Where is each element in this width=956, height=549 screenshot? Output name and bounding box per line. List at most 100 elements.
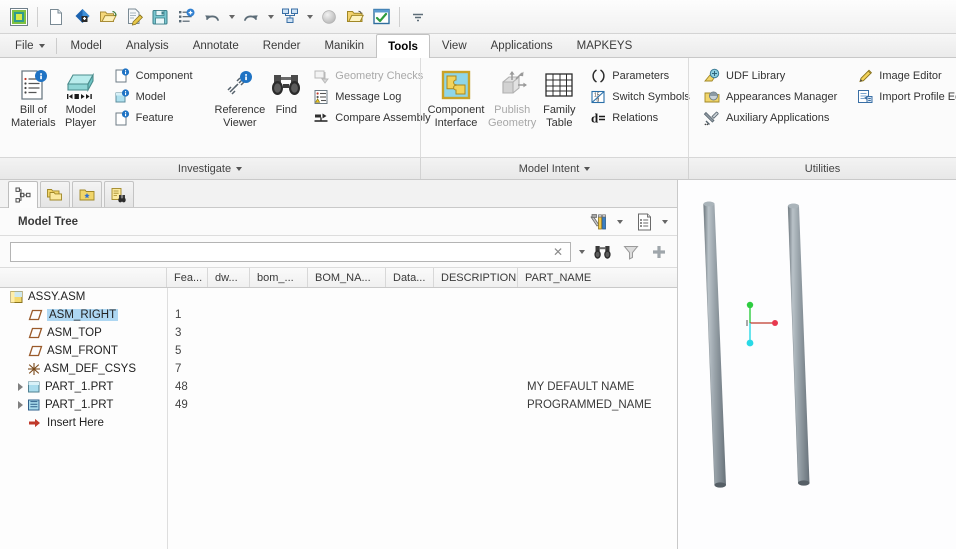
column-header-bom-na[interactable]: BOM_NA... (308, 268, 386, 287)
tree-item-part-1-instance[interactable]: PART_1.PRT (27, 398, 113, 412)
table-row[interactable]: ASM_TOP 3 (0, 324, 677, 342)
family-table-button[interactable]: Family Table (539, 63, 579, 133)
tab-model[interactable]: Model (59, 34, 114, 57)
component-interface-button[interactable]: Component Interface (427, 63, 485, 133)
qat-overflow-caret-icon[interactable] (406, 5, 430, 29)
expand-toggle-part-1-instance[interactable] (18, 401, 23, 409)
parameters-button[interactable]: Parameters (583, 65, 697, 86)
open-icon[interactable] (96, 5, 120, 29)
search-dropdown-icon[interactable] (575, 242, 588, 262)
table-row[interactable]: ASM_DEF_CSYS 7 (0, 360, 677, 378)
tree-item-assy[interactable]: ASSY.ASM (10, 290, 85, 304)
tab-mapkeys[interactable]: MAPKEYS (565, 34, 645, 57)
column-header-part-name[interactable]: PART_NAME (518, 268, 658, 287)
reference-viewer-button[interactable]: Reference Viewer (212, 63, 269, 133)
save-icon[interactable] (148, 5, 172, 29)
model-tree-body[interactable]: ASSY.ASM ASM_RIGHT 1 ASM_TOP 3 ASM_FRONT… (0, 288, 677, 549)
regenerate-model-icon[interactable] (278, 5, 302, 29)
tab-analysis[interactable]: Analysis (114, 34, 181, 57)
group-caption-model-intent[interactable]: Model Intent (420, 158, 688, 179)
rod-left (703, 201, 726, 488)
column-header-description[interactable]: DESCRIPTION (434, 268, 518, 287)
switch-symbols-button[interactable]: 15 d Switch Symbols (583, 86, 697, 107)
model-intent-small-buttons: Parameters 15 d Switch Symbols d Relatio… (583, 63, 697, 128)
feature-info-button[interactable]: Feature (107, 107, 200, 128)
shading-sphere-icon[interactable] (317, 5, 341, 29)
model-player-button[interactable]: Model Player (59, 63, 103, 133)
clear-search-icon[interactable]: ✕ (550, 246, 566, 258)
open-edit-icon[interactable] (122, 5, 146, 29)
column-header-tree[interactable] (0, 268, 167, 287)
tab-manikin[interactable]: Manikin (312, 34, 376, 57)
search-tab[interactable] (104, 181, 134, 207)
tree-item-asm-top[interactable]: ASM_TOP (28, 327, 102, 339)
graphics-canvas[interactable] (678, 180, 956, 549)
image-editor-button[interactable]: Image Editor (850, 65, 956, 86)
tree-filter-icon[interactable] (619, 242, 643, 262)
tree-add-icon[interactable] (647, 242, 671, 262)
favorites-tab[interactable] (72, 181, 102, 207)
tree-item-asm-def-csys[interactable]: ASM_DEF_CSYS (26, 362, 136, 376)
table-row[interactable]: ASM_FRONT 5 (0, 342, 677, 360)
bill-of-materials-button[interactable]: Bill of Materials (8, 63, 59, 133)
column-header-fea[interactable]: Fea... (167, 268, 208, 287)
search-input[interactable] (15, 245, 550, 258)
graphics-area[interactable] (678, 180, 956, 549)
column-header-bom[interactable]: bom_... (250, 268, 308, 287)
undo-caret-icon[interactable] (225, 5, 238, 29)
app-logo-icon[interactable] (7, 5, 31, 29)
table-row[interactable]: ASSY.ASM (0, 288, 677, 306)
table-row[interactable]: ASM_RIGHT 1 (0, 306, 677, 324)
message-log-button[interactable]: Message Log (306, 86, 437, 107)
import-profile-editor-button[interactable]: Import Profile Editor (850, 86, 956, 107)
group-caption-investigate[interactable]: Investigate (0, 158, 420, 179)
tree-find-icon[interactable] (590, 242, 615, 262)
window-check-icon[interactable] (369, 5, 393, 29)
open-recent-icon[interactable] (70, 5, 94, 29)
tab-render[interactable]: Render (251, 34, 313, 57)
udf-library-button[interactable]: UDF Library (697, 65, 844, 86)
redo-caret-icon[interactable] (264, 5, 277, 29)
regenerate-caret-icon[interactable] (303, 5, 316, 29)
relations-button[interactable]: d Relations (583, 107, 697, 128)
tree-settings-caret-icon[interactable] (613, 212, 626, 232)
tab-view[interactable]: View (430, 34, 479, 57)
tree-item-insert-here[interactable]: Insert Here (28, 417, 104, 429)
tree-item-part-1[interactable]: PART_1.PRT (27, 380, 113, 394)
tree-label-asm-def-csys: ASM_DEF_CSYS (44, 363, 137, 375)
component-info-button[interactable]: Component (107, 65, 200, 86)
appearances-manager-button[interactable]: Appearances Manager (697, 86, 844, 107)
geometry-checks-button[interactable]: Geometry Checks (306, 65, 437, 86)
model-tree-tab[interactable] (8, 181, 38, 208)
compare-assembly-button[interactable]: Compare Assembly (306, 107, 437, 128)
redo-icon[interactable] (239, 5, 263, 29)
column-header-data[interactable]: Data... (386, 268, 434, 287)
regenerate-list-icon[interactable] (174, 5, 198, 29)
table-row[interactable]: Insert Here (0, 414, 677, 432)
model-info-button[interactable]: Model (107, 86, 200, 107)
folder-browser-tab[interactable] (40, 181, 70, 207)
find-button[interactable]: Find (268, 63, 304, 120)
group-caption-utilities[interactable]: Utilities (688, 158, 956, 179)
tree-part-name-part-1: MY DEFAULT NAME (527, 381, 635, 393)
tab-annotate[interactable]: Annotate (181, 34, 251, 57)
tab-applications[interactable]: Applications (479, 34, 565, 57)
new-icon[interactable] (44, 5, 68, 29)
search-input-wrapper[interactable]: ✕ (10, 241, 571, 262)
open-folder-icon[interactable] (343, 5, 367, 29)
auxiliary-applications-button[interactable]: Auxiliary Applications (697, 107, 844, 128)
expand-toggle-part-1[interactable] (18, 383, 23, 391)
undo-icon[interactable] (200, 5, 224, 29)
publish-geometry-button[interactable]: Publish Geometry (485, 63, 539, 133)
tree-settings-icon[interactable] (587, 212, 613, 232)
tree-item-asm-front[interactable]: ASM_FRONT (28, 345, 118, 357)
tree-columns-icon[interactable] (632, 212, 658, 232)
ribbon-group-model-intent: Component Interface Publish Geometry Fam… (420, 58, 690, 157)
table-row[interactable]: PART_1.PRT 48 MY DEFAULT NAME (0, 378, 677, 396)
tree-item-asm-right[interactable]: ASM_RIGHT (28, 309, 119, 321)
tree-columns-caret-icon[interactable] (658, 212, 671, 232)
column-header-dw[interactable]: dw... (208, 268, 250, 287)
tab-file[interactable]: File (4, 34, 54, 57)
tab-tools[interactable]: Tools (376, 34, 430, 58)
table-row[interactable]: PART_1.PRT 49 PROGRAMMED_NAME (0, 396, 677, 414)
